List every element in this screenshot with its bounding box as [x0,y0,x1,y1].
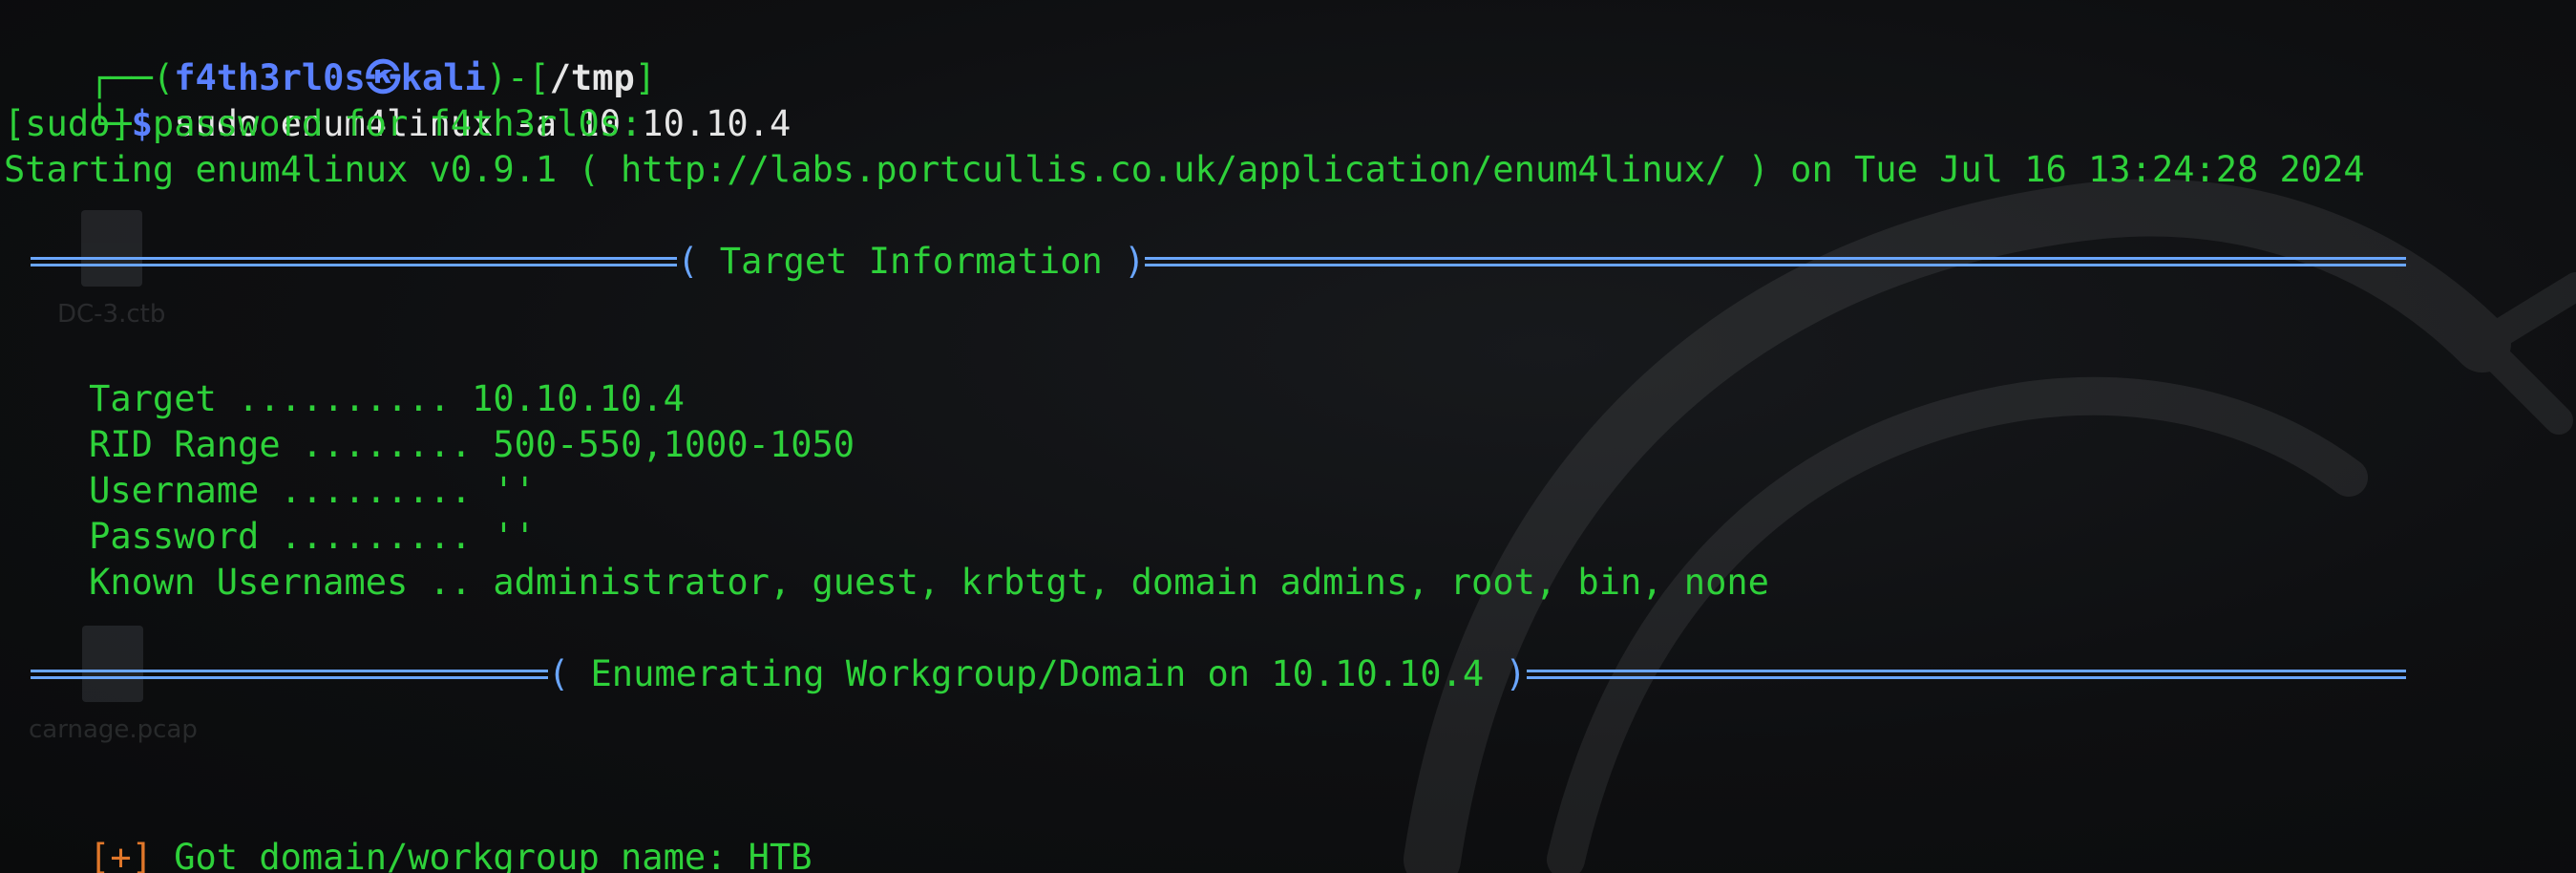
banner-rule-right [1526,670,2406,679]
command-line: └─$ sudo enum4linux -a 10.10.10.4 [4,55,791,144]
success-marker: [+] [89,837,153,873]
banner-rule-right [1145,257,2406,266]
section-title: Enumerating Workgroup/Domain on 10.10.10… [569,653,1506,694]
terminal-window[interactable]: DC-3.ctb carnage.pcap ┌──(f4th3rl0s㉿kali… [0,0,2576,873]
banner-rule-left [31,670,548,679]
section-banner-target: ( Target Information ) [31,239,2406,285]
section-banner-workgroup: ( Target Information Enumerating Workgro… [31,651,2406,697]
result-text: Got domain/workgroup name: HTB [174,837,813,873]
section-title: Target Information [698,241,1125,282]
start-line: Starting enum4linux v0.9.1 ( http://labs… [4,149,2365,190]
info-row: Target .......... 10.10.10.4 [89,378,685,419]
banner-rule-left [31,257,678,266]
result-line: [+] Got domain/workgroup name: HTB [4,789,812,873]
info-row: Password ......... '' [89,516,536,557]
prompt-header-line: ┌──(f4th3rl0s㉿kali)-[/tmp] [4,10,656,98]
info-row: Known Usernames .. administrator, guest,… [89,562,1769,603]
kali-dragon-wallpaper-icon [1404,179,2576,873]
info-row: RID Range ........ 500-550,1000-1050 [89,424,855,465]
sudo-prompt: [sudo] password for f4th3rl0s: [4,103,643,144]
info-row: Username ......... '' [89,470,536,511]
